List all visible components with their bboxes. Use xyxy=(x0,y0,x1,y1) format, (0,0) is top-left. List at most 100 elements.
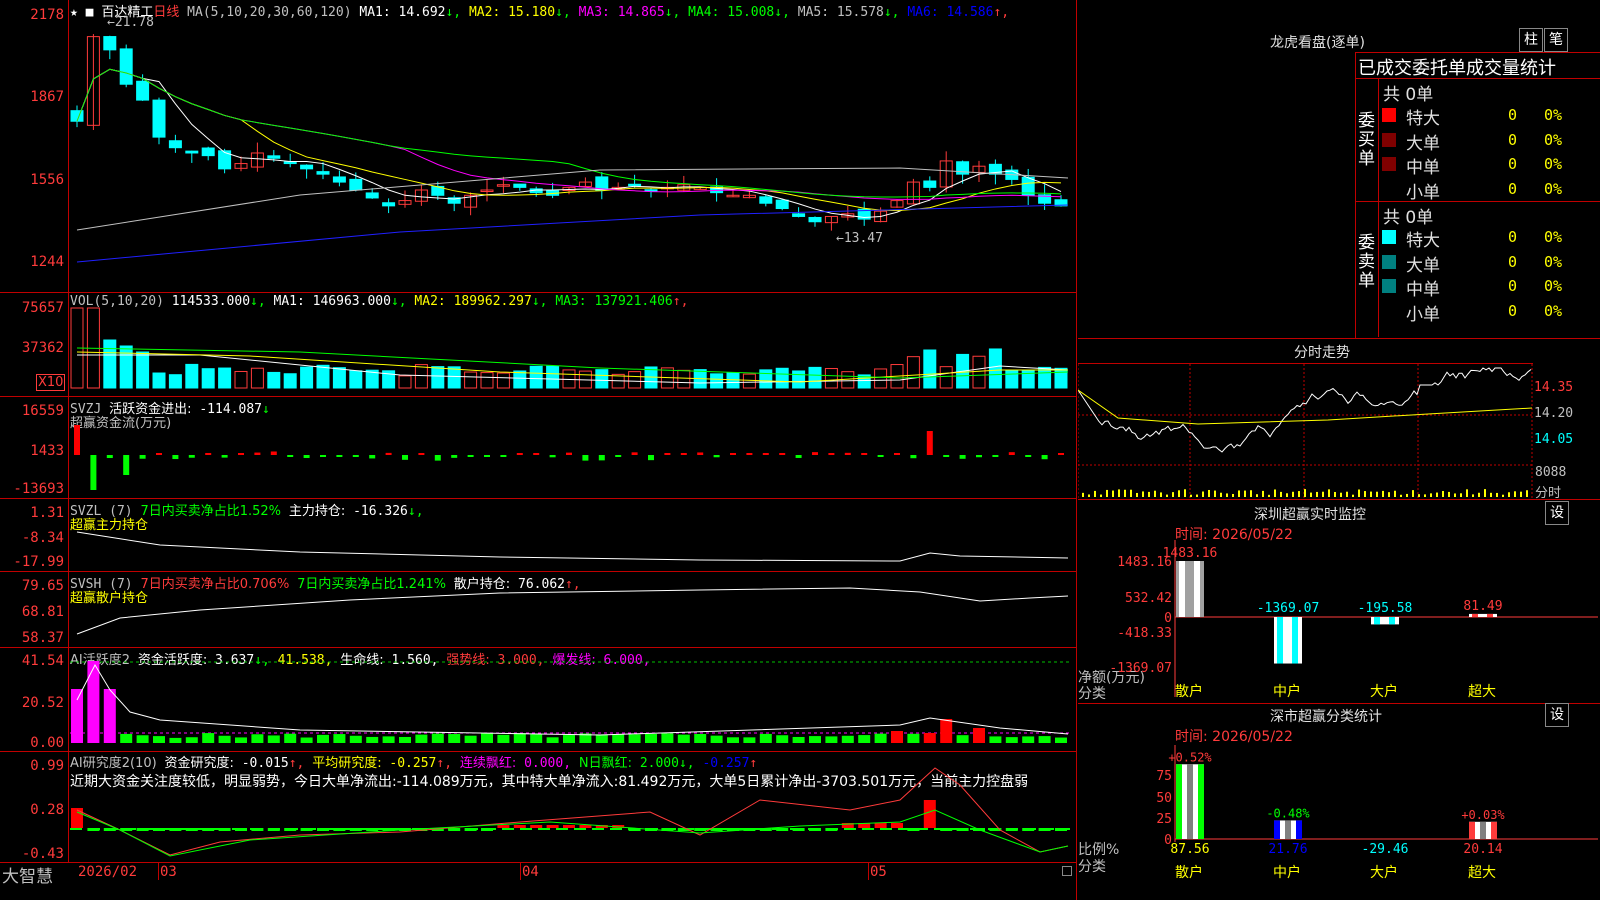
volume-bar xyxy=(1005,369,1019,389)
ai1-bar xyxy=(448,734,461,743)
app-logo[interactable]: 大智慧 xyxy=(2,862,53,887)
fenshi-vol-bar xyxy=(1268,494,1270,497)
candle xyxy=(414,184,428,206)
svzj-bar xyxy=(795,455,802,458)
ai2-bar xyxy=(776,828,789,831)
candle xyxy=(923,176,937,192)
fenshi-vol-bar xyxy=(1310,492,1312,497)
volume-bar xyxy=(250,367,264,389)
buy-row-name: 中单 xyxy=(1406,158,1440,178)
ai1-bar xyxy=(202,733,215,743)
candle xyxy=(529,186,543,197)
fenshi-vol-bar xyxy=(1202,491,1204,497)
ai1-bar xyxy=(923,733,936,743)
volume-bar xyxy=(775,367,789,389)
svzj-bar xyxy=(402,455,408,460)
svzj-bar xyxy=(533,453,540,455)
sz-monitor-bar xyxy=(1469,613,1497,617)
fenshi-vol-bar xyxy=(1376,491,1378,497)
fenshi-vol-bar xyxy=(1502,494,1504,497)
ai1-bar xyxy=(120,733,133,743)
sz-class-category: 大户 xyxy=(1370,864,1398,881)
ai2-green-line xyxy=(76,809,1069,857)
sell-row-name: 中单 xyxy=(1406,280,1440,300)
ai1-bar xyxy=(481,733,493,743)
ai1-bar xyxy=(169,737,182,743)
chart-canvas[interactable]: ←21.78 ←13.47 xyxy=(0,0,1076,880)
volume-bar xyxy=(218,367,232,389)
fenshi-vol-bar xyxy=(1190,494,1192,497)
buy-row-count: 0 xyxy=(1508,155,1518,173)
volume-bar xyxy=(119,345,133,389)
ai2-bar xyxy=(448,828,461,831)
chart-area[interactable]: 2178 1867 1556 1244 75657 37362 X10 16559 1433 -1… xyxy=(0,0,1078,900)
fenshi-vol-bar xyxy=(1484,489,1486,497)
svzj-bar xyxy=(303,455,310,459)
sz-monitor-value: 81.49 xyxy=(1463,599,1502,614)
ai1-bar xyxy=(661,733,674,743)
fenshi-vol-bar xyxy=(1160,492,1162,497)
fenshi-vol-bar xyxy=(1436,492,1438,497)
volume-bar xyxy=(529,365,543,389)
candlesticks xyxy=(70,34,1068,231)
sz-monitor-value: -195.58 xyxy=(1358,601,1413,616)
x-axis-label: 03 xyxy=(160,864,177,880)
sell-row-pct: 0% xyxy=(1544,301,1563,320)
sell-color-swatch xyxy=(1382,230,1396,244)
ai2-bar xyxy=(169,828,182,831)
fenshi-vol-bar xyxy=(1526,490,1528,497)
fenshi-vol-bar xyxy=(1394,490,1396,497)
fenshi-vol-bar xyxy=(1154,490,1156,497)
ai1-bar xyxy=(431,733,444,743)
ai1-bar xyxy=(809,736,821,743)
volume-bar xyxy=(595,369,609,389)
fenshi-price-tick: 14.05 xyxy=(1534,432,1574,447)
svzj-bar xyxy=(746,453,753,455)
sz-monitor-y-tick: 0 xyxy=(1164,611,1172,626)
ai1-bars xyxy=(71,661,1067,743)
svzj-bar xyxy=(992,455,999,457)
svzj-bar xyxy=(254,452,261,455)
ai2-bar xyxy=(235,828,247,831)
buy-color-swatch xyxy=(1382,108,1396,122)
x-divider xyxy=(520,862,521,880)
candle xyxy=(1021,168,1035,205)
ai2-bar xyxy=(530,825,543,828)
fenshi-vol-bar xyxy=(1460,493,1462,497)
fenshi-vol-bar xyxy=(1226,493,1228,497)
ai2-bar xyxy=(333,828,346,831)
svzj-bar xyxy=(516,453,523,455)
ai1-bar xyxy=(858,735,871,743)
fenshi-vol-bar xyxy=(1244,490,1246,497)
sz-monitor-category: 超大 xyxy=(1468,684,1496,700)
ai1-bar xyxy=(136,735,149,743)
ai2-bar xyxy=(349,828,362,831)
high-mark: ←21.78 xyxy=(107,15,154,30)
volume-bar xyxy=(513,370,527,389)
buy-row-count: 0 xyxy=(1508,130,1518,149)
fenshi-price-tick: 14.20 xyxy=(1534,406,1574,421)
volume-bar xyxy=(742,373,756,389)
ai2-bar xyxy=(300,828,313,831)
sz-class-bar xyxy=(1274,820,1302,839)
candle xyxy=(201,146,215,161)
ai1-bar xyxy=(366,736,379,743)
svzj-bar xyxy=(270,451,277,455)
ai1-bar xyxy=(300,737,313,743)
svzj-bar xyxy=(90,455,97,490)
fenshi-vol-bar xyxy=(1508,492,1510,497)
ai1-bar xyxy=(710,735,723,743)
candle xyxy=(103,35,117,60)
sz-monitor-bar xyxy=(1371,617,1399,625)
fenshi-vol-bar xyxy=(1286,493,1288,497)
volume-bar xyxy=(447,366,461,389)
ai1-bar xyxy=(464,735,477,743)
buy-row-name: 特大 xyxy=(1406,109,1440,129)
volume-bar xyxy=(824,368,838,389)
svzj-bar xyxy=(894,453,900,455)
volume-bar xyxy=(283,373,297,389)
svzj-bar xyxy=(648,455,654,461)
fenshi-vol-bar xyxy=(1370,491,1372,497)
lock-icon xyxy=(1062,866,1072,876)
fenshi-vol-bar xyxy=(1178,490,1180,497)
